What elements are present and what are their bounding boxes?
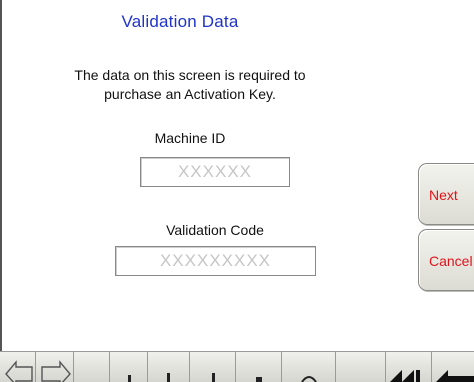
instructions-text: The data on this screen is required to p… [40,66,340,104]
rewind-icon [390,370,420,382]
key-4-icon [212,373,215,382]
left-arrow-button[interactable] [432,352,474,382]
toolbar-key-4[interactable] [190,352,236,382]
validation-code-field[interactable]: XXXXXXXXX [115,246,316,276]
toolbar-key-6[interactable] [282,352,336,382]
cancel-button[interactable]: Cancel [418,229,474,291]
forward-arrow-icon [41,360,71,382]
machine-id-label: Machine ID [154,130,226,146]
instructions-line-1: The data on this screen is required to [74,67,306,83]
instructions-line-2: purchase an Activation Key. [104,86,276,102]
validation-data-screen: Validation Data The data on this screen … [0,0,474,382]
forward-arrow-button[interactable] [36,352,74,382]
back-arrow-button[interactable] [2,352,36,382]
back-arrow-icon [5,360,33,382]
page-title: Validation Data [121,12,239,31]
machine-id-field[interactable]: XXXXXX [140,157,290,187]
screen-border [0,0,2,381]
key-6-icon [301,376,317,382]
toolbar-key-1[interactable] [74,352,110,382]
rewind-button[interactable] [386,352,432,382]
toolbar-key-3[interactable] [148,352,190,382]
bottom-toolbar [0,351,474,382]
left-arrow-icon [436,370,474,382]
key-5-icon [256,377,262,382]
next-button[interactable]: Next [418,163,474,225]
toolbar-key-2[interactable] [110,352,148,382]
key-3-icon [167,373,170,382]
validation-code-label: Validation Code [166,222,264,238]
toolbar-key-7[interactable] [336,352,386,382]
key-2-icon [128,375,131,382]
toolbar-key-5[interactable] [236,352,282,382]
